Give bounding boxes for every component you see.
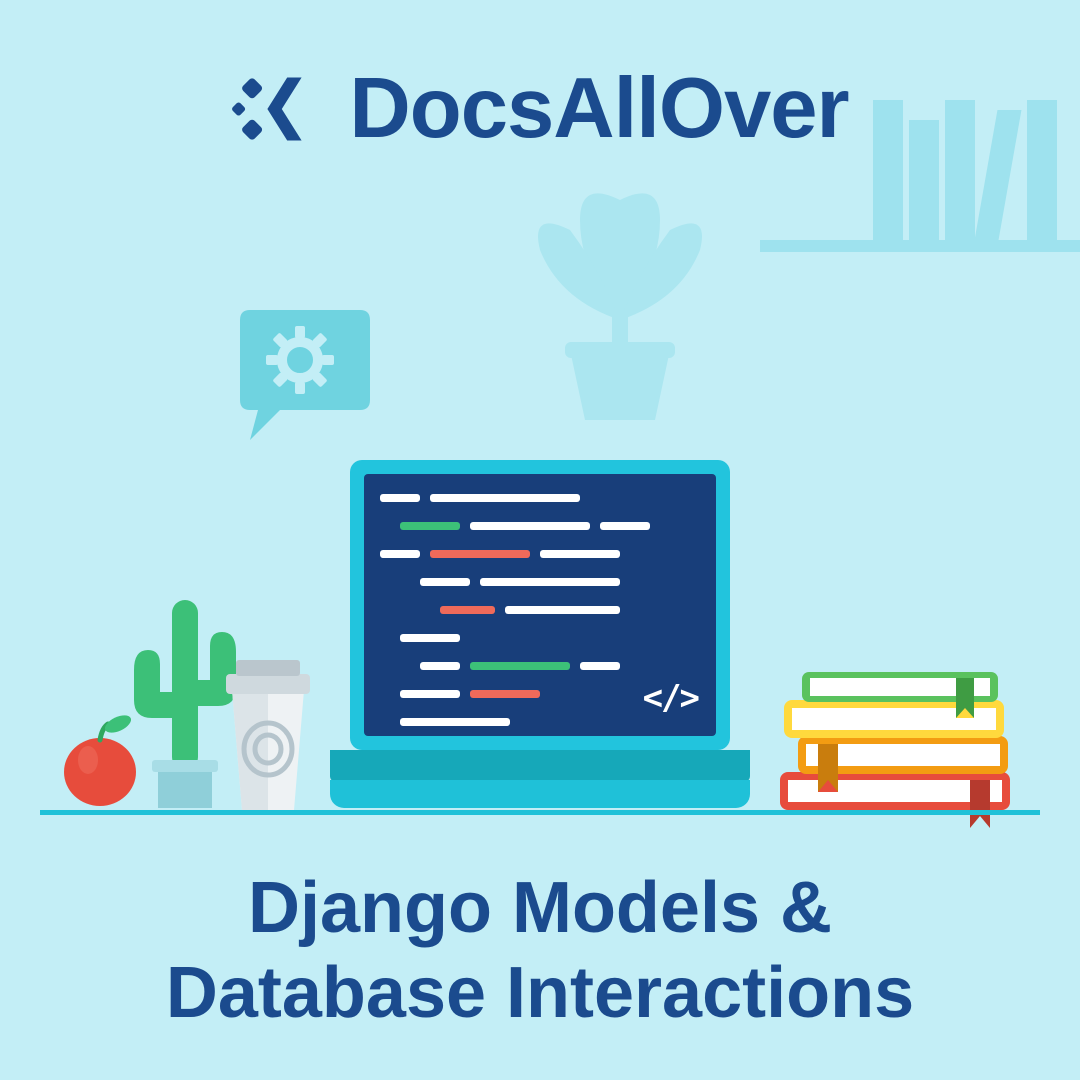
plant-icon — [510, 170, 730, 430]
desk-line — [40, 810, 1040, 815]
page-title: Django Models & Database Interactions — [70, 866, 1010, 1036]
header: DocsAllOver — [231, 60, 848, 158]
coffee-cup-icon — [218, 654, 318, 819]
title-line-2: Database Interactions — [166, 953, 914, 1033]
shelf-icon — [760, 240, 1080, 252]
brand-logo-icon — [231, 64, 321, 154]
laptop-icon: </> — [330, 460, 750, 810]
illustration-scene: </> — [0, 200, 1080, 840]
brand-name: DocsAllOver — [349, 60, 848, 158]
code-symbol: </> — [643, 678, 698, 718]
title-line-1: Django Models & — [248, 868, 832, 948]
gear-bubble-icon — [230, 300, 370, 455]
code-screen: </> — [364, 474, 716, 736]
